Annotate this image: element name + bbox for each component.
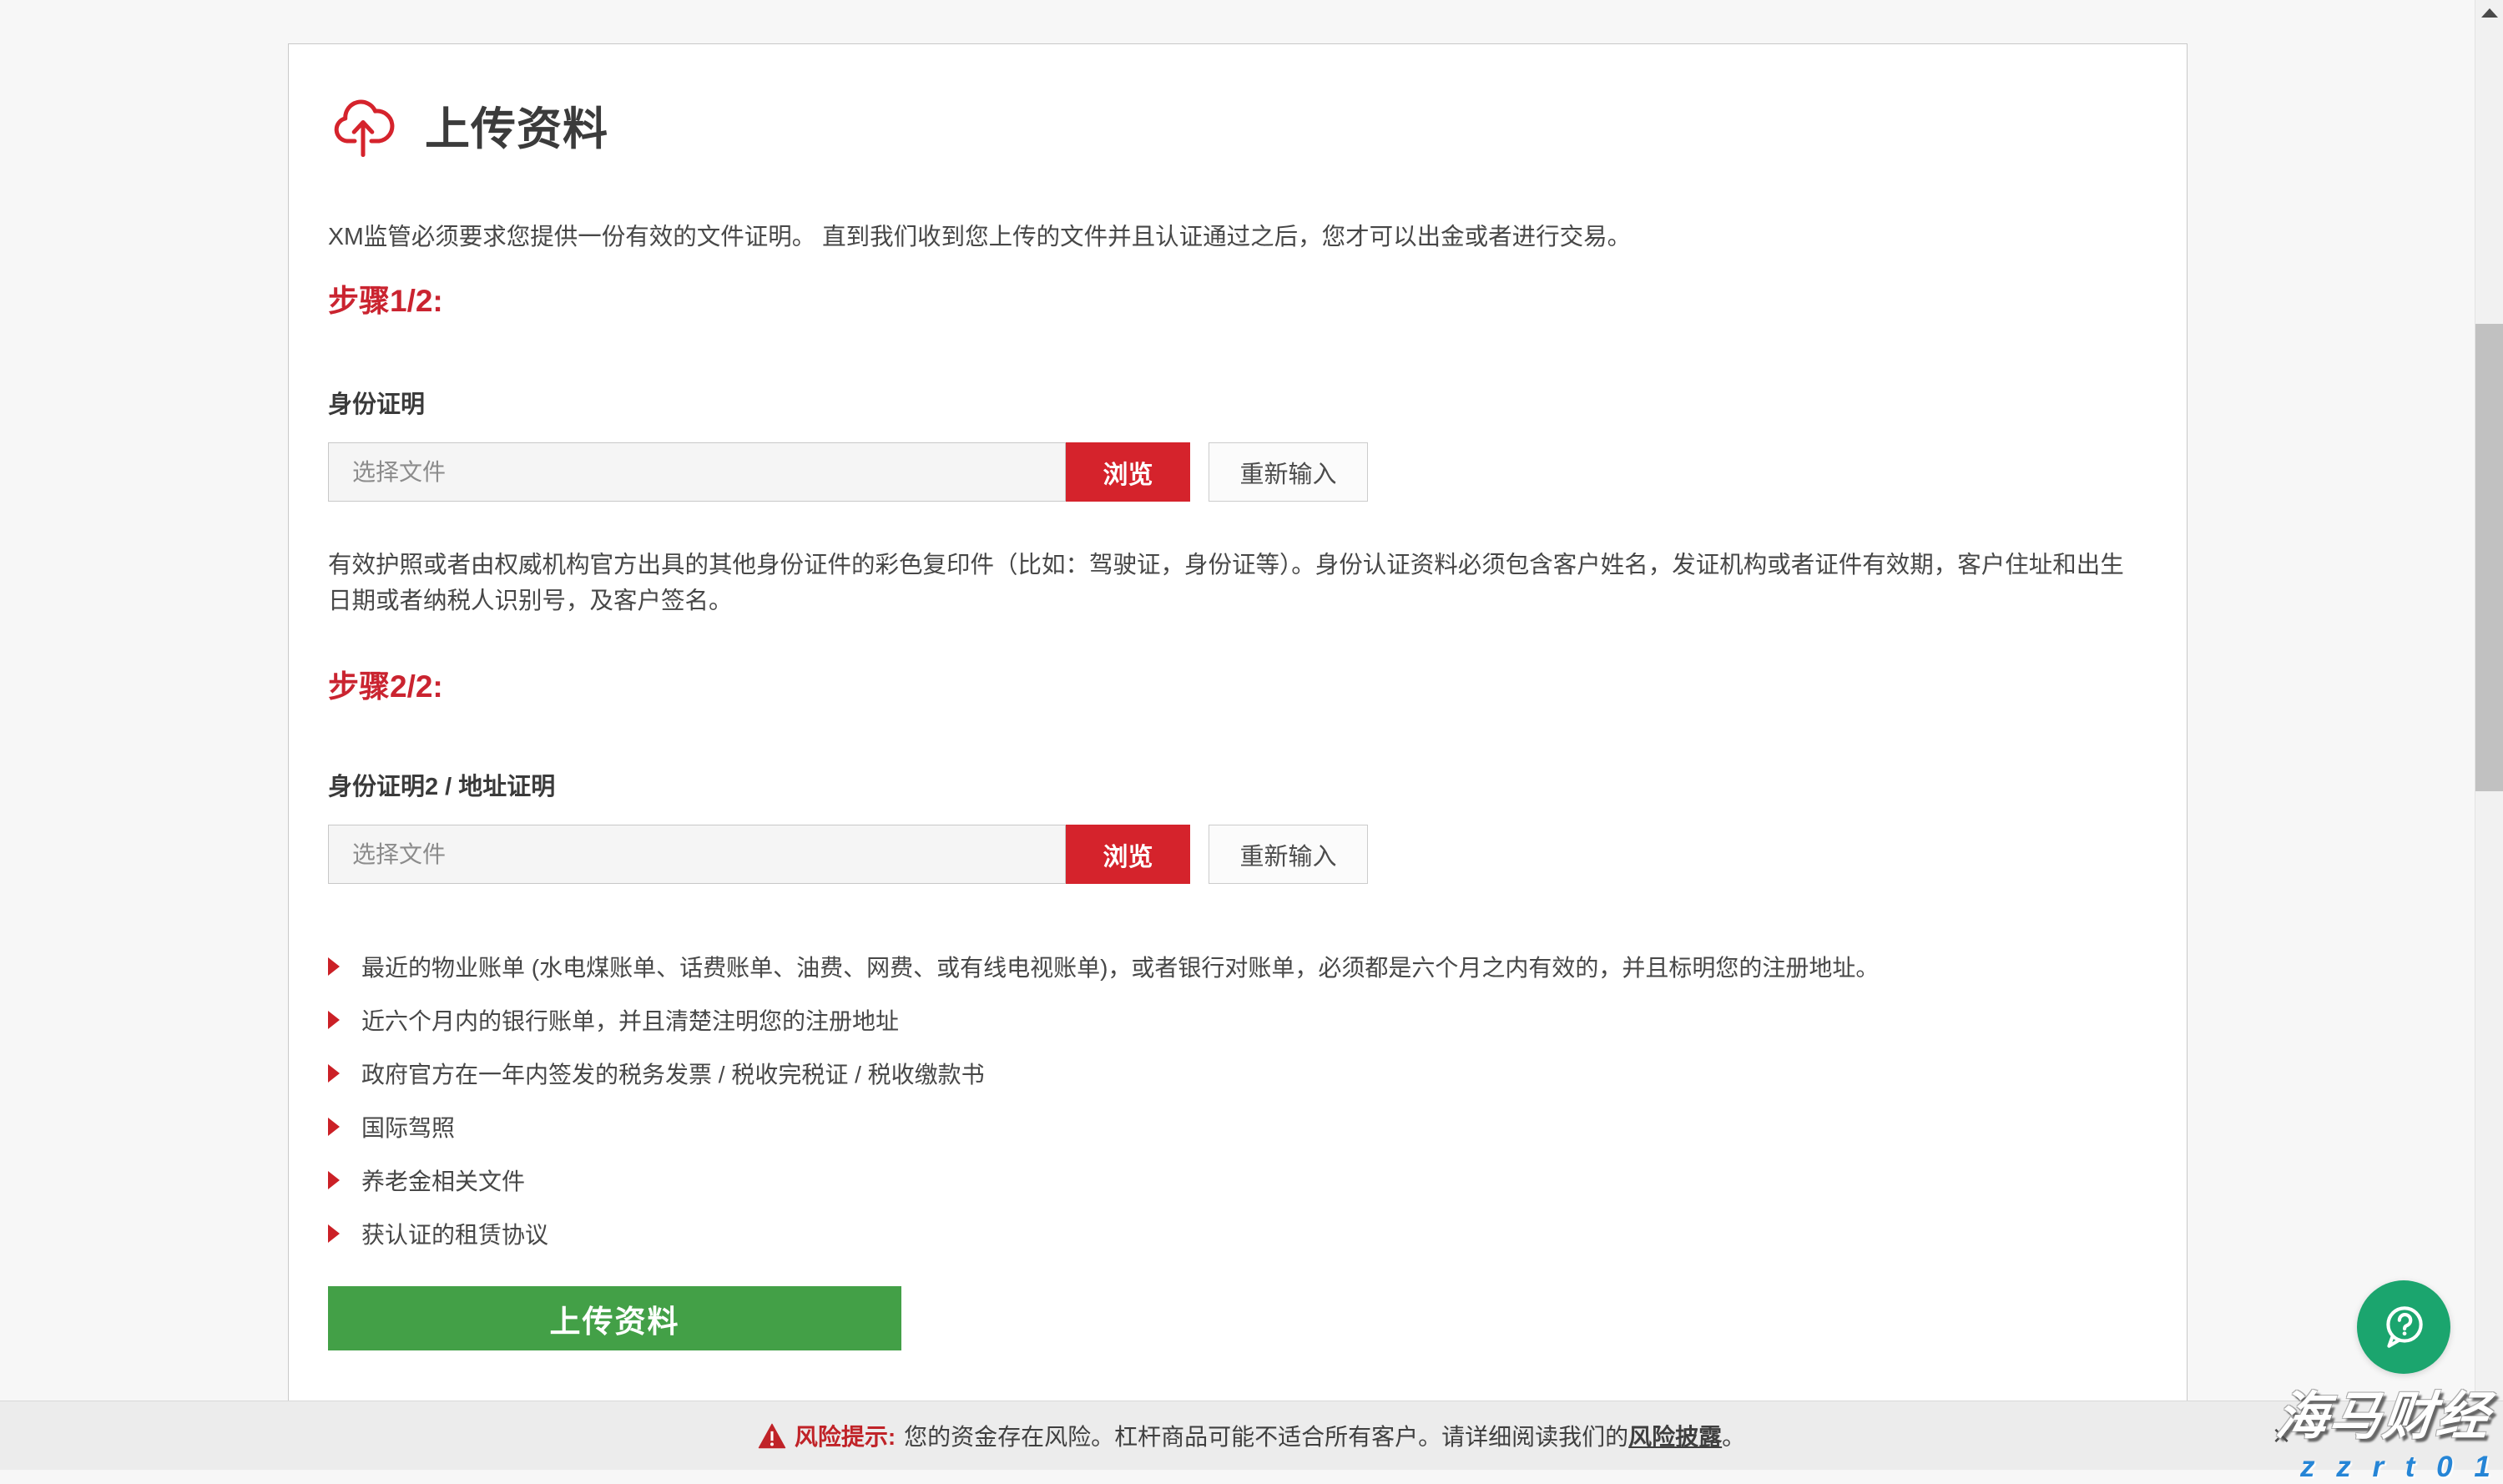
list-item-text: 获认证的租赁协议: [361, 1217, 548, 1250]
list-item-text: 国际驾照: [361, 1110, 455, 1143]
address-file-input[interactable]: [328, 825, 1066, 884]
spacer: [1190, 442, 1209, 502]
list-item: 养老金相关文件: [328, 1169, 2147, 1192]
step2-heading: 步骤2/2:: [328, 661, 2147, 706]
list-item-text: 养老金相关文件: [361, 1163, 525, 1197]
list-item: 国际驾照: [328, 1115, 2147, 1138]
warning-triangle-icon: [758, 1423, 786, 1449]
identity-upload-row: 浏览 重新输入: [328, 442, 2147, 502]
cloud-upload-icon: [328, 91, 398, 158]
risk-warning-content: 风险提示: 您的资金存在风险。杠杆商品可能不适合所有客户。请详细阅读我们的风险披…: [758, 1419, 1745, 1452]
list-item: 近六个月内的银行账单，并且清楚注明您的注册地址: [328, 1008, 2147, 1032]
list-item: 最近的物业账单 (水电煤账单、话费账单、油费、网费、或有线电视账单)，或者银行对…: [328, 955, 2147, 978]
identity-file-input[interactable]: [328, 442, 1066, 502]
scrollbar-thumb[interactable]: [2475, 324, 2503, 791]
list-item-text: 政府官方在一年内签发的税务发票 / 税收完税证 / 税收缴款书: [361, 1057, 985, 1090]
triangle-bullet-icon: [328, 1118, 340, 1136]
spacer: [1190, 825, 1209, 884]
identity-reset-button[interactable]: 重新输入: [1209, 442, 1368, 502]
triangle-bullet-icon: [328, 1064, 340, 1083]
list-item: 政府官方在一年内签发的税务发票 / 税收完税证 / 税收缴款书: [328, 1062, 2147, 1085]
list-item-text: 最近的物业账单 (水电煤账单、话费账单、油费、网费、或有线电视账单)，或者银行对…: [361, 950, 1879, 983]
address-upload-row: 浏览 重新输入: [328, 825, 2147, 884]
accepted-documents-list: 最近的物业账单 (水电煤账单、话费账单、油费、网费、或有线电视账单)，或者银行对…: [328, 955, 2147, 1245]
risk-warning-bar: 风险提示: 您的资金存在风险。杠杆商品可能不适合所有客户。请详细阅读我们的风险披…: [0, 1401, 2503, 1470]
address-reset-button[interactable]: 重新输入: [1209, 825, 1368, 884]
upload-documents-card: 上传资料 XM监管必须要求您提供一份有效的文件证明。 直到我们收到您上传的文件并…: [288, 43, 2188, 1401]
address-browse-button[interactable]: 浏览: [1066, 825, 1190, 884]
scroll-up-arrow-icon[interactable]: [2481, 8, 2498, 18]
list-item: 获认证的租赁协议: [328, 1222, 2147, 1245]
upload-documents-button[interactable]: 上传资料: [328, 1286, 901, 1350]
risk-warning-text: 您的资金存在风险。杠杆商品可能不适合所有客户。请详细阅读我们的风险披露。: [904, 1419, 1745, 1452]
triangle-bullet-icon: [328, 1224, 340, 1243]
risk-warning-label: 风险提示:: [795, 1419, 896, 1452]
triangle-bullet-icon: [328, 1011, 340, 1029]
identity-proof-label: 身份证明: [328, 385, 2147, 420]
triangle-bullet-icon: [328, 1171, 340, 1189]
list-item-text: 近六个月内的银行账单，并且清楚注明您的注册地址: [361, 1003, 899, 1037]
step1-heading: 步骤1/2:: [328, 275, 2147, 321]
triangle-bullet-icon: [328, 957, 340, 976]
card-header: 上传资料: [328, 91, 2147, 158]
question-bubble-icon: [2378, 1301, 2430, 1353]
help-chat-button[interactable]: [2357, 1280, 2450, 1374]
close-icon[interactable]: ×: [2273, 1421, 2290, 1451]
intro-text: XM监管必须要求您提供一份有效的文件证明。 直到我们收到您上传的文件并且认证通过…: [328, 218, 2147, 252]
address-proof-label: 身份证明2 / 地址证明: [328, 767, 2147, 802]
identity-proof-description: 有效护照或者由权威机构官方出具的其他身份证件的彩色复印件（比如：驾驶证，身份证等…: [328, 548, 2147, 619]
vertical-scrollbar[interactable]: [2475, 0, 2503, 1470]
identity-browse-button[interactable]: 浏览: [1066, 442, 1190, 502]
page-title: 上传资料: [425, 92, 608, 158]
risk-disclosure-link[interactable]: 风险披露: [1628, 1424, 1722, 1450]
